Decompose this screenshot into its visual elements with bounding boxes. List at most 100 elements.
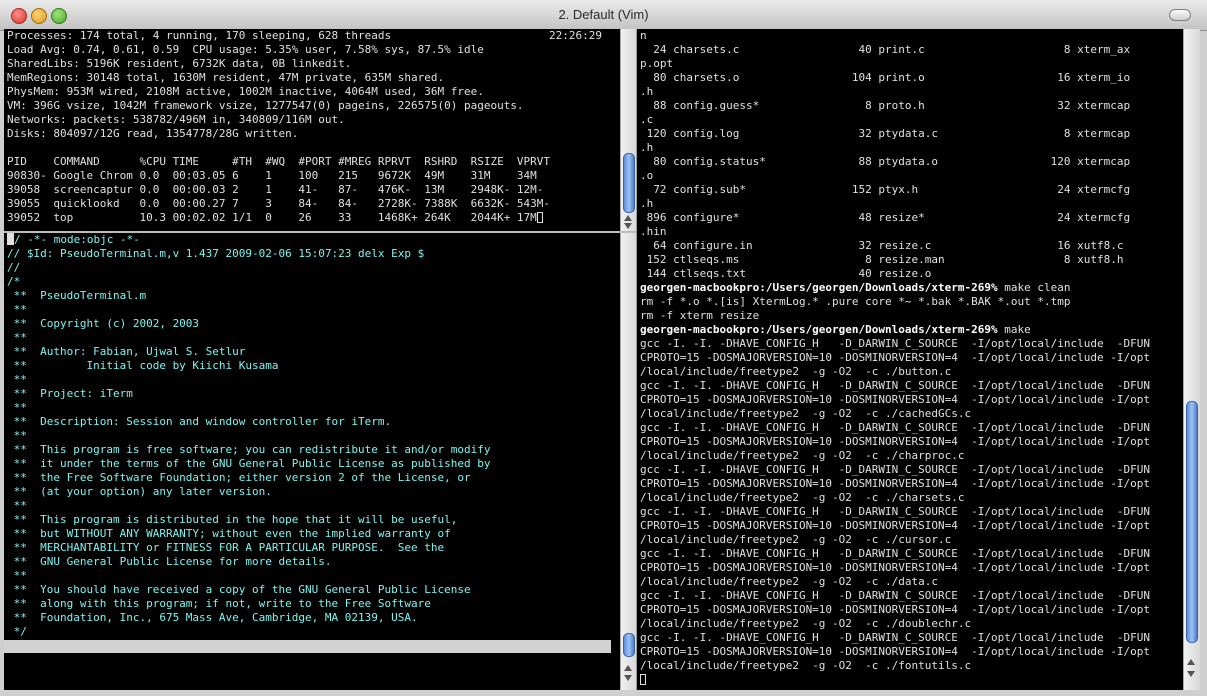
shell-output-line: 24 charsets.c 40 print.c 8 xterm_ax bbox=[640, 43, 1150, 57]
shell-output-line: 120 config.log 32 ptydata.c 8 xtermcap bbox=[640, 127, 1150, 141]
vim-buffer-line: ** Copyright (c) 2002, 2003 bbox=[7, 317, 490, 331]
shell-line-text: gcc -I. -I. -DHAVE_CONFIG_H -D_DARWIN_C_… bbox=[640, 421, 1150, 434]
shell-output-line: 88 config.guess* 8 proto.h 32 xtermcap bbox=[640, 99, 1150, 113]
vim-buffer-line: ** bbox=[7, 331, 490, 345]
shell-output-line: rm -f *.o *.[is] XtermLog.* .pure core *… bbox=[640, 295, 1150, 309]
cursor-icon bbox=[536, 212, 543, 223]
vim-line-text: ** bbox=[7, 373, 27, 386]
vim-pane-scroll-thumb[interactable] bbox=[623, 633, 635, 657]
vim-buffer-line: ** This program is free software; you ca… bbox=[7, 443, 491, 457]
scroll-down-arrow-icon[interactable] bbox=[624, 675, 632, 681]
shell-output-line: CPROTO=15 -DOSMAJORVERSION=10 -DOSMINORV… bbox=[640, 393, 1150, 407]
vim-buffer-line: ** You should have received a copy of th… bbox=[7, 583, 490, 597]
shell-output-line: georgen-macbookpro:/Users/georgen/Downlo… bbox=[640, 281, 1150, 295]
shell-output-line: 896 configure* 48 resize* 24 xtermcfg bbox=[640, 211, 1150, 225]
vim-line-text: ** but WITHOUT ANY WARRANTY; without eve… bbox=[7, 527, 451, 540]
shell-line-text: 72 config.sub* 152 ptyx.h 24 xtermcfg bbox=[640, 183, 1131, 196]
shell-line-text: 80 config.status* 88 ptydata.o 120 xterm… bbox=[640, 155, 1131, 168]
vim-buffer-line: // $Id: PseudoTerminal.m,v 1.437 2009-02… bbox=[7, 247, 490, 261]
shell-output-line: gcc -I. -I. -DHAVE_CONFIG_H -D_DARWIN_C_… bbox=[640, 463, 1150, 477]
vim-buffer-line: ** but WITHOUT ANY WARRANTY; without eve… bbox=[7, 527, 490, 541]
vim-buffer-line: ** PseudoTerminal.m bbox=[7, 289, 490, 303]
top-output-line: 39052 top 10.3 00:02.02 1/1 0 26 33 1468… bbox=[7, 211, 550, 225]
scroll-down-arrow-icon[interactable] bbox=[1187, 671, 1195, 677]
top-output-line bbox=[7, 141, 550, 155]
vim-pane-scrollbar[interactable] bbox=[620, 233, 636, 690]
shell-pane-scroll-thumb[interactable] bbox=[1186, 401, 1198, 643]
vim-line-text: /* bbox=[7, 275, 21, 288]
vim-line-text: ** bbox=[7, 401, 27, 414]
shell-output-line bbox=[640, 673, 1150, 687]
shell-line-text: /local/include/freetype2 -g -O2 -c ./cac… bbox=[640, 407, 972, 420]
shell-output-line: 80 config.status* 88 ptydata.o 120 xterm… bbox=[640, 155, 1150, 169]
vim-line-text: */ bbox=[7, 625, 27, 638]
vim-line-text: ** This program is free software; you ca… bbox=[7, 443, 491, 456]
shell-pane-scrollbar[interactable] bbox=[1183, 29, 1200, 690]
shell-line-text: gcc -I. -I. -DHAVE_CONFIG_H -D_DARWIN_C_… bbox=[640, 505, 1150, 518]
shell-output-line: /local/include/freetype2 -g -O2 -c ./dou… bbox=[640, 617, 1150, 631]
vim-buffer-line: ** Author: Fabian, Ujwal S. Setlur bbox=[7, 345, 490, 359]
shell-output-line: /local/include/freetype2 -g -O2 -c ./dat… bbox=[640, 575, 1150, 589]
top-output-line: 39058 screencaptur 0.0 00:00.03 2 1 41- … bbox=[7, 183, 544, 196]
shell-output-line: /local/include/freetype2 -g -O2 -c ./but… bbox=[640, 365, 1150, 379]
shell-line-text: gcc -I. -I. -DHAVE_CONFIG_H -D_DARWIN_C_… bbox=[640, 589, 1150, 602]
shell-output-line: CPROTO=15 -DOSMAJORVERSION=10 -DOSMINORV… bbox=[640, 435, 1150, 449]
shell-line-text: CPROTO=15 -DOSMAJORVERSION=10 -DOSMINORV… bbox=[640, 519, 1150, 532]
shell-pane[interactable]: n 24 charsets.c 40 print.c 8 xterm_ax p.o… bbox=[637, 29, 1183, 690]
title-bar[interactable]: 2. Default (Vim) bbox=[0, 0, 1207, 31]
shell-line-text: CPROTO=15 -DOSMAJORVERSION=10 -DOSMINORV… bbox=[640, 603, 1150, 616]
top-output-line: PID COMMAND %CPU TIME #TH #WQ #PORT #MRE… bbox=[7, 155, 551, 168]
top-process-pane[interactable]: Processes: 174 total, 4 running, 170 sle… bbox=[4, 29, 620, 231]
scroll-up-arrow-icon[interactable] bbox=[1187, 659, 1195, 665]
top-output-line: 39055 quicklookd 0.0 00:00.27 7 3 84- 84… bbox=[7, 197, 551, 210]
shell-output-line: /local/include/freetype2 -g -O2 -c ./cac… bbox=[640, 407, 1150, 421]
vim-status-right: (-1 ) bbox=[579, 653, 613, 666]
vim-line-text: ** GNU General Public License for more d… bbox=[7, 555, 332, 568]
shell-output-line: gcc -I. -I. -DHAVE_CONFIG_H -D_DARWIN_C_… bbox=[640, 589, 1150, 603]
vim-pane[interactable]: / -*- mode:objc -*-// $Id: PseudoTermina… bbox=[4, 233, 620, 690]
shell-line-text: make bbox=[997, 323, 1031, 336]
top-output-line: MemRegions: 30148 total, 1630M resident,… bbox=[7, 71, 445, 84]
toolbar-toggle-button[interactable] bbox=[1169, 9, 1191, 21]
shell-line-text: CPROTO=15 -DOSMAJORVERSION=10 -DOSMINORV… bbox=[640, 645, 1150, 658]
vim-buffer-line: ** bbox=[7, 303, 490, 317]
top-output-line: Processes: 174 total, 4 running, 170 sle… bbox=[7, 29, 392, 42]
shell-output-text: n 24 charsets.c 40 print.c 8 xterm_ax p.o… bbox=[637, 29, 1150, 687]
vim-buffer-line: ** it under the terms of the GNU General… bbox=[7, 457, 491, 471]
shell-line-text: rm -f xterm resize bbox=[640, 309, 760, 322]
shell-line-text: .c bbox=[640, 113, 654, 126]
vim-buffer-line: /* bbox=[7, 275, 490, 289]
vim-line-text: // $Id: PseudoTerminal.m,v 1.437 2009-02… bbox=[7, 247, 425, 260]
vim-line-text: ** You should have received a copy of th… bbox=[7, 583, 471, 596]
vim-buffer-line: ** GNU General Public License for more d… bbox=[7, 555, 490, 569]
vim-line-text: ** MERCHANTABILITY or FITNESS FOR A PART… bbox=[7, 541, 445, 554]
shell-line-text: 896 configure* 48 resize* 24 xtermcfg bbox=[640, 211, 1131, 224]
vim-buffer-line: ** MERCHANTABILITY or FITNESS FOR A PART… bbox=[7, 541, 490, 555]
shell-output-line: n bbox=[640, 29, 1150, 43]
cursor-icon bbox=[640, 674, 646, 685]
vim-buffer-line: ** bbox=[7, 499, 490, 513]
shell-line-text: CPROTO=15 -DOSMAJORVERSION=10 -DOSMINORV… bbox=[640, 351, 1150, 364]
shell-output-line: 72 config.sub* 152 ptyx.h 24 xtermcfg bbox=[640, 183, 1150, 197]
top-pane-scrollbar[interactable] bbox=[620, 29, 636, 231]
shell-output-line: CPROTO=15 -DOSMAJORVERSION=10 -DOSMINORV… bbox=[640, 477, 1150, 491]
shell-output-line: rm -f xterm resize bbox=[640, 309, 1150, 323]
vim-line-text: ** Foundation, Inc., 675 Mass Ave, Cambr… bbox=[7, 611, 418, 624]
vim-buffer-line: ** bbox=[7, 401, 490, 415]
vim-status-line: 1 PseudoTerminal.m 1/2842 (0%), 1 (-1 ) bbox=[4, 640, 612, 666]
window-title: 2. Default (Vim) bbox=[558, 7, 649, 22]
top-pane-scroll-thumb[interactable] bbox=[623, 153, 635, 213]
scroll-up-arrow-icon[interactable] bbox=[624, 665, 632, 671]
vim-line-text: ** bbox=[7, 429, 27, 442]
vim-line-text: / -*- mode:objc -*- bbox=[14, 233, 140, 246]
shell-output-line: .hin bbox=[640, 225, 1150, 239]
scroll-up-arrow-icon[interactable] bbox=[624, 215, 632, 221]
vim-line-text: ** Copyright (c) 2002, 2003 bbox=[7, 317, 200, 330]
shell-output-line: gcc -I. -I. -DHAVE_CONFIG_H -D_DARWIN_C_… bbox=[640, 379, 1150, 393]
shell-output-line: .h bbox=[640, 197, 1150, 211]
shell-output-line: /local/include/freetype2 -g -O2 -c ./cha… bbox=[640, 491, 1150, 505]
scroll-down-arrow-icon[interactable] bbox=[624, 223, 632, 229]
vim-buffer-text: / -*- mode:objc -*-// $Id: PseudoTermina… bbox=[4, 233, 490, 639]
shell-line-text: 144 ctlseqs.txt 40 resize.o bbox=[640, 267, 932, 280]
vim-buffer-line: ** Description: Session and window contr… bbox=[7, 415, 490, 429]
